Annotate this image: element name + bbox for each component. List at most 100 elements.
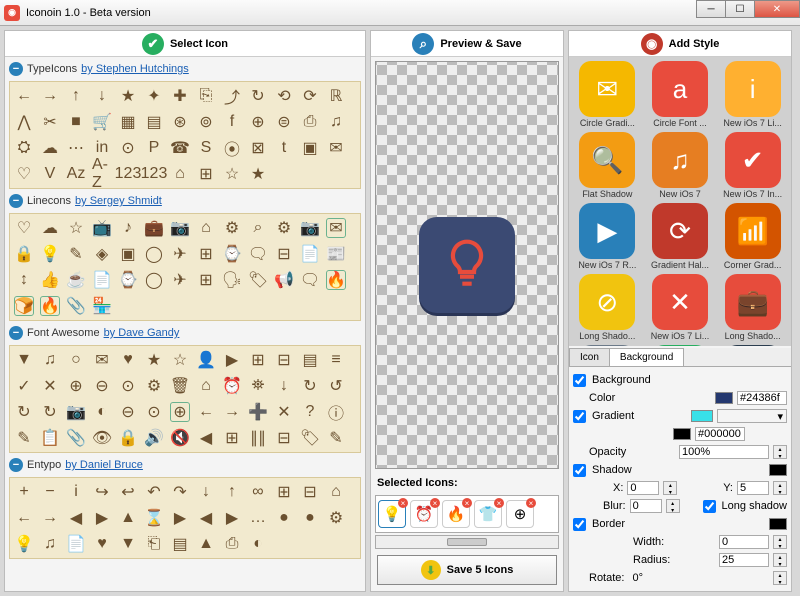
icon-glyph[interactable]: ● xyxy=(274,508,294,528)
icon-glyph[interactable]: 🔇 xyxy=(170,428,190,448)
icon-glyph[interactable]: ♫ xyxy=(326,112,346,132)
save-button[interactable]: ⬇ Save 5 Icons xyxy=(377,555,557,585)
icon-glyph[interactable]: f xyxy=(222,112,242,132)
icon-glyph[interactable]: ⊞ xyxy=(196,164,216,184)
icon-glyph[interactable]: ▶ xyxy=(170,508,190,528)
tab-background[interactable]: Background xyxy=(609,348,684,366)
icon-glyph[interactable]: ⊟ xyxy=(300,482,320,502)
icon-glyph[interactable]: ♫ xyxy=(40,350,60,370)
icon-glyph[interactable]: 📷 xyxy=(66,402,86,422)
icon-glyph[interactable]: ⌂ xyxy=(170,164,190,184)
icon-glyph[interactable]: ⌕ xyxy=(248,218,268,238)
maximize-button[interactable]: ☐ xyxy=(725,0,755,18)
border-radius-input[interactable] xyxy=(719,553,769,567)
icon-glyph[interactable]: ▤ xyxy=(170,534,190,554)
icon-glyph[interactable]: ☁ xyxy=(40,138,60,158)
icon-glyph[interactable]: ↩ xyxy=(118,482,138,502)
icon-glyph[interactable]: ⎘ xyxy=(196,86,216,106)
icon-glyph[interactable]: ✕ xyxy=(274,402,294,422)
icon-glyph[interactable]: ★ xyxy=(118,86,138,106)
close-button[interactable]: ✕ xyxy=(754,0,800,18)
icon-glyph[interactable]: ⊞ xyxy=(274,482,294,502)
icon-glyph[interactable]: 🔥 xyxy=(326,270,346,290)
selected-icon-shirt[interactable]: 👕× xyxy=(474,500,502,528)
style-preset[interactable]: ✉Circle Gradi... xyxy=(573,61,642,128)
icon-glyph[interactable]: ✎ xyxy=(326,428,346,448)
icon-glyph[interactable]: ♫ xyxy=(40,534,60,554)
icon-glyph[interactable]: ▣ xyxy=(300,138,320,158)
icon-glyph[interactable]: … xyxy=(248,508,268,528)
icon-glyph[interactable]: Az xyxy=(66,164,86,184)
collapse-button[interactable]: − xyxy=(9,326,23,340)
style-preset[interactable]: ★ xyxy=(718,345,787,346)
icon-glyph[interactable]: ⤴ xyxy=(222,86,242,106)
icon-glyph[interactable]: ✉ xyxy=(326,138,346,158)
icon-glyph[interactable]: ⊞ xyxy=(196,270,216,290)
icon-glyph[interactable]: ⚙ xyxy=(222,218,242,238)
icon-glyph[interactable]: ← xyxy=(14,508,34,528)
icon-glyph[interactable]: ▼ xyxy=(118,534,138,554)
style-preset[interactable]: 💼Long Shado... xyxy=(718,274,787,341)
border-width-input[interactable] xyxy=(719,535,769,549)
icon-glyph[interactable]: ☆ xyxy=(170,350,190,370)
icon-glyph[interactable]: ● xyxy=(300,508,320,528)
icon-glyph[interactable]: ✉ xyxy=(326,218,346,238)
icon-glyph[interactable]: ⊙ xyxy=(118,376,138,396)
style-preset[interactable]: ⊘Long Shado... xyxy=(573,274,642,341)
icon-glyph[interactable]: ↻ xyxy=(40,402,60,422)
icon-glyph[interactable]: ☆ xyxy=(222,164,242,184)
icon-glyph[interactable]: ⓘ xyxy=(326,402,346,422)
icon-glyph[interactable]: → xyxy=(222,402,242,422)
icon-glyph[interactable]: ≡ xyxy=(326,350,346,370)
radius-spinner[interactable]: ▴▾ xyxy=(773,553,787,567)
icon-glyph[interactable]: 🗑 xyxy=(170,376,190,396)
author-link[interactable]: by Sergey Shmidt xyxy=(75,195,162,207)
icon-glyph[interactable]: ▶ xyxy=(222,350,242,370)
icon-glyph[interactable]: 👁 xyxy=(92,428,112,448)
icon-glyph[interactable]: ▣ xyxy=(118,244,138,264)
icon-glyph[interactable]: ⛭ xyxy=(14,138,34,158)
icon-glyph[interactable]: 🛒 xyxy=(92,112,112,132)
remove-icon[interactable]: × xyxy=(462,498,472,508)
gradient-color2-input[interactable] xyxy=(695,427,745,441)
author-link[interactable]: by Dave Gandy xyxy=(104,327,180,339)
icon-glyph[interactable]: ⊛ xyxy=(170,112,190,132)
icon-glyph[interactable]: ⊟ xyxy=(274,350,294,370)
icon-glyph[interactable]: ⊕ xyxy=(66,376,86,396)
icon-glyph[interactable]: 123 xyxy=(118,164,138,184)
icon-glyph[interactable]: ↪ xyxy=(92,482,112,502)
icon-glyph[interactable]: ◀ xyxy=(66,508,86,528)
icon-glyph[interactable]: 🏷 xyxy=(300,428,320,448)
remove-icon[interactable]: × xyxy=(398,498,408,508)
icon-glyph[interactable]: ↻ xyxy=(300,376,320,396)
icon-sets-scroll[interactable]: − TypeIcons by Stephen Hutchings ←→↑↓★✦✚… xyxy=(5,57,365,591)
icon-glyph[interactable]: ↓ xyxy=(274,376,294,396)
icon-glyph[interactable]: ✚ xyxy=(170,86,190,106)
opacity-input[interactable] xyxy=(679,445,769,459)
icon-glyph[interactable]: ◯ xyxy=(144,244,164,264)
gradient-color2-swatch[interactable] xyxy=(673,428,691,440)
icon-glyph[interactable]: 🔒 xyxy=(14,244,34,264)
icon-glyph[interactable]: ? xyxy=(300,402,320,422)
icon-glyph[interactable]: ⚙ xyxy=(326,508,346,528)
icon-glyph[interactable]: ◯ xyxy=(144,270,164,290)
shadow-checkbox[interactable] xyxy=(573,464,586,477)
icon-glyph[interactable]: ▤ xyxy=(144,112,164,132)
icon-glyph[interactable]: ▦ xyxy=(118,112,138,132)
icon-glyph[interactable]: 🔥 xyxy=(40,296,60,316)
icon-glyph[interactable]: ◐ xyxy=(248,534,268,554)
icon-glyph[interactable]: ↓ xyxy=(196,482,216,502)
icon-glyph[interactable]: ▲ xyxy=(118,508,138,528)
icon-glyph[interactable]: ◀ xyxy=(196,428,216,448)
author-link[interactable]: by Stephen Hutchings xyxy=(81,63,189,75)
icon-glyph[interactable]: i xyxy=(66,482,86,502)
icon-glyph[interactable]: ↻ xyxy=(248,86,268,106)
icon-glyph[interactable]: ◈ xyxy=(92,244,112,264)
icon-glyph[interactable]: ⊞ xyxy=(248,350,268,370)
opacity-spinner[interactable]: ▴▾ xyxy=(773,445,787,459)
icon-glyph[interactable]: 📰 xyxy=(326,244,346,264)
style-grid[interactable]: ✉Circle Gradi...aCircle Font ...iNew iOs… xyxy=(569,57,791,346)
icon-glyph[interactable]: ⦿ xyxy=(222,138,242,158)
icon-glyph[interactable]: ■ xyxy=(66,112,86,132)
style-preset[interactable]: ♫New iOs 7 xyxy=(646,132,715,199)
